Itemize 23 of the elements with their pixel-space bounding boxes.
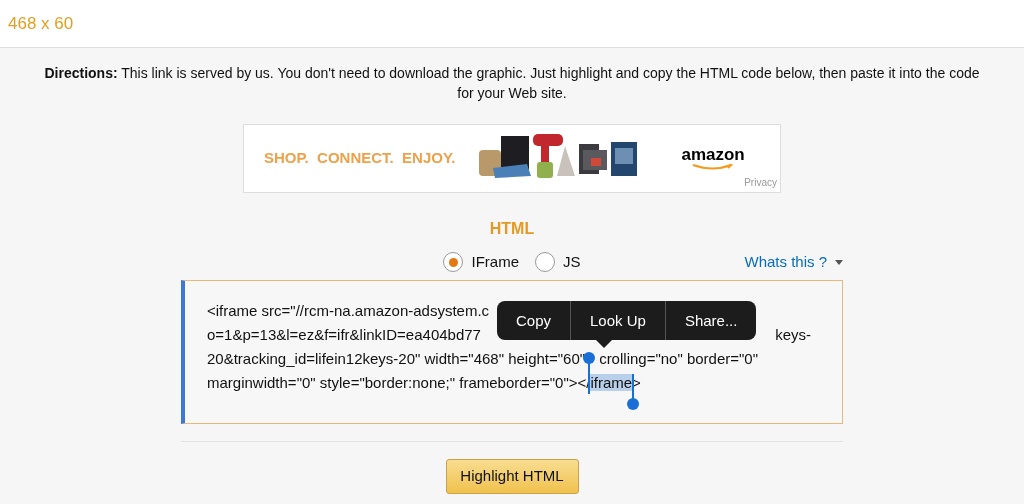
highlight-html-button[interactable]: Highlight HTML <box>445 459 579 494</box>
caret-icon <box>835 259 843 265</box>
radio-button[interactable] <box>535 252 555 272</box>
menu-pointer <box>595 339 613 348</box>
radio-label: JS <box>563 251 581 272</box>
help-link[interactable]: Whats this ? <box>744 250 827 274</box>
code-text: 20&tracking_id=lifein12keys-20" width="468" height="60" <box>207 350 586 367</box>
radio-button[interactable] <box>443 252 464 272</box>
size-title: 468 x 60 <box>8 12 74 35</box>
code-text: <iframe src="//rcm-na.amazon-adsystem.c <box>207 302 490 319</box>
code-box[interactable] <box>181 280 843 424</box>
radio-label: IFrame <box>471 251 519 272</box>
code-text: crolling="no" border="0" <box>599 349 759 369</box>
code-text: o=1&p=13&l=ez&f=ifr&linkID=ea404bd77 <box>207 326 481 343</box>
directions-text: Directions: This link is served by us. You don't need to download the graphic. Just highlight and copy the HTML code below, then paste it into the code for your Web site. <box>43 64 981 103</box>
amazon-logo: amazon <box>681 146 745 164</box>
menu-item[interactable]: Copy <box>497 301 571 340</box>
selected-text: iframe <box>590 374 633 391</box>
banner-slogan: SHOP. CONNECT. ENJOY. <box>264 148 456 169</box>
code-text: keys- <box>775 325 811 345</box>
menu-item[interactable]: Share... <box>664 301 757 340</box>
code-text: marginwidth="0" style="border:none;" frameborder="0"></ <box>207 374 591 391</box>
section-title: HTML <box>488 219 536 239</box>
